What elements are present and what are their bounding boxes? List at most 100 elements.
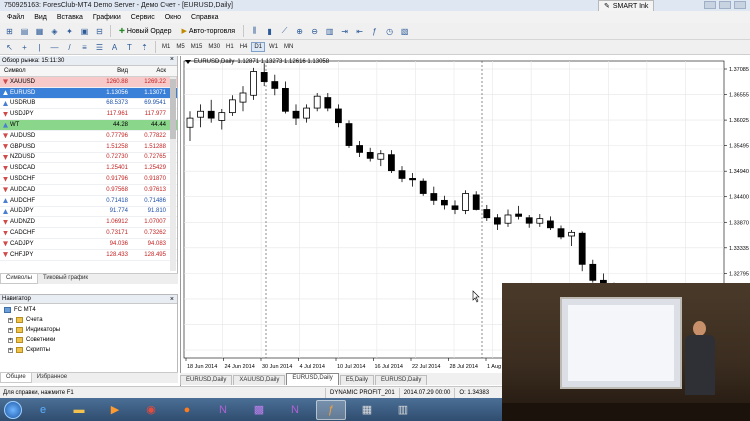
market-row-usdjpy[interactable]: USDJPY 117.961 117.977 (0, 109, 177, 121)
autoscroll-icon[interactable]: ⇥ (338, 25, 351, 38)
tab-common[interactable]: Общие (0, 373, 32, 383)
arrows-icon[interactable]: ⇡ (138, 41, 151, 54)
onenote-icon[interactable]: N (208, 400, 238, 420)
market-row-cadjpy[interactable]: CADJPY 94.036 94.083 (0, 239, 177, 250)
menu-tools[interactable]: Сервис (126, 14, 160, 21)
market-row-nzdusd[interactable]: NZDUSD 0.72730 0.72765 (0, 153, 177, 164)
menu-charts[interactable]: Графики (88, 14, 126, 21)
app2-icon[interactable]: ▥ (388, 400, 418, 420)
autotrading-button[interactable]: ▶ Авто-торговля (177, 25, 239, 38)
col-ask[interactable]: Аск (128, 68, 166, 74)
trendline-icon[interactable]: / (63, 41, 76, 54)
market-row-usdrub[interactable]: USDRUB 68.5373 69.9541 (0, 99, 177, 110)
close-button[interactable] (734, 1, 746, 9)
tree-item-accounts[interactable]: + Счета (4, 315, 177, 325)
chart-tab[interactable]: XAUUSD,Daily (233, 375, 286, 385)
market-row-audnzd[interactable]: AUDNZD 1.06912 1.07007 (0, 217, 177, 229)
tf-mn[interactable]: MN (282, 42, 295, 52)
mt4-icon[interactable]: ƒ (316, 399, 346, 420)
periods-icon[interactable]: ◷ (383, 25, 396, 38)
templates-icon[interactable]: ▧ (398, 25, 411, 38)
tf-d1[interactable]: D1 (251, 42, 266, 52)
tf-h1[interactable]: H1 (224, 42, 236, 52)
close-icon[interactable]: × (170, 56, 174, 63)
market-row-gbpusd[interactable]: GBPUSD 1.51258 1.51288 (0, 142, 177, 153)
tree-item-indicators[interactable]: + Индикаторы (4, 325, 177, 335)
scroll-thumb[interactable] (170, 79, 176, 139)
label-icon[interactable]: T (123, 41, 136, 54)
market-row-cadchf[interactable]: CADCHF 0.73171 0.73262 (0, 228, 177, 239)
profiles-icon[interactable]: ▤ (18, 25, 31, 38)
onenote2-icon[interactable]: N (280, 400, 310, 420)
navigator-icon[interactable]: ✦ (63, 25, 76, 38)
market-watch-icon[interactable]: ▦ (33, 25, 46, 38)
close-icon[interactable]: × (170, 296, 174, 303)
chart-tab-active[interactable]: EURUSD,Daily (286, 373, 339, 385)
zoom-in-icon[interactable]: ⊕ (293, 25, 306, 38)
menu-help[interactable]: Справка (186, 14, 223, 21)
col-symbol[interactable]: Символ (0, 68, 88, 74)
tf-m1[interactable]: M1 (160, 42, 172, 52)
chart-shift-icon[interactable]: ⇤ (353, 25, 366, 38)
zoom-out-icon[interactable]: ⊖ (308, 25, 321, 38)
expand-icon[interactable]: + (8, 337, 13, 343)
media-icon[interactable]: ▶ (100, 400, 130, 420)
menu-file[interactable]: Файл (2, 14, 29, 21)
start-button[interactable] (4, 400, 22, 419)
channel-icon[interactable]: ≡ (78, 41, 91, 54)
menu-window[interactable]: Окно (160, 14, 186, 21)
explorer-icon[interactable]: ▬ (64, 400, 94, 420)
text-icon[interactable]: A (108, 41, 121, 54)
terminal-icon[interactable]: ▣ (78, 25, 91, 38)
market-watch-scrollbar[interactable] (170, 77, 176, 271)
tile-icon[interactable]: ▥ (323, 25, 336, 38)
menu-insert[interactable]: Вставка (52, 14, 88, 21)
fibo-icon[interactable]: ☰ (93, 41, 106, 54)
vertical-line-icon[interactable]: | (33, 41, 46, 54)
market-row-audchf[interactable]: AUDCHF 0.71418 0.71486 (0, 196, 177, 207)
chrome-icon[interactable]: ◉ (136, 400, 166, 420)
market-row-usdchf[interactable]: USDCHF 0.91796 0.91870 (0, 174, 177, 185)
minimize-button[interactable] (704, 1, 716, 9)
tree-item-experts[interactable]: + Советники (4, 335, 177, 345)
data-window-icon[interactable]: ◈ (48, 25, 61, 38)
new-chart-icon[interactable]: ⊞ (3, 25, 16, 38)
market-row-audcad[interactable]: AUDCAD 0.97568 0.97613 (0, 185, 177, 196)
market-row-audusd[interactable]: AUDUSD 0.77796 0.77822 (0, 131, 177, 142)
expand-icon[interactable]: + (8, 317, 13, 323)
crosshair-icon[interactable]: + (18, 41, 31, 54)
col-bid[interactable]: Вид (88, 68, 128, 74)
market-row-chfjpy[interactable]: CHFJPY 128.433 128.495 (0, 250, 177, 261)
cursor-icon[interactable]: ↖ (3, 41, 16, 54)
tf-w1[interactable]: W1 (267, 42, 280, 52)
tree-item-scripts[interactable]: + Скрипты (4, 345, 177, 355)
tf-m30[interactable]: M30 (206, 42, 222, 52)
tree-root[interactable]: FC MT4 (4, 305, 177, 315)
tester-icon[interactable]: ⊟ (93, 25, 106, 38)
tf-m15[interactable]: M15 (189, 42, 205, 52)
maximize-button[interactable] (719, 1, 731, 9)
bar-chart-icon[interactable]: ⫼ (248, 25, 261, 38)
tab-favorites[interactable]: Избранное (32, 373, 72, 383)
menu-view[interactable]: Вид (29, 14, 52, 21)
expand-icon[interactable]: + (8, 347, 13, 353)
candlestick-icon[interactable]: ▮ (263, 25, 276, 38)
horizontal-line-icon[interactable]: — (48, 41, 61, 54)
firefox-icon[interactable]: ● (172, 400, 202, 420)
chart-tab[interactable]: EURUSD,Daily (375, 375, 428, 385)
infopath-icon[interactable]: ▩ (244, 400, 274, 420)
chart-tab[interactable]: E5,Daily (339, 375, 375, 385)
indicators-icon[interactable]: ƒ (368, 25, 381, 38)
new-order-button[interactable]: ✚ Новый Ордер (115, 25, 175, 38)
tf-h4[interactable]: H4 (238, 42, 250, 52)
market-row-xauusd[interactable]: XAUUSD 1260.88 1269.22 (0, 77, 177, 88)
market-row-audjpy[interactable]: AUDJPY 91.774 91.810 (0, 207, 177, 218)
expand-icon[interactable]: + (8, 327, 13, 333)
chart-tab[interactable]: EURUSD,Daily (180, 375, 233, 385)
line-chart-icon[interactable]: ⟋ (278, 25, 291, 38)
app-icon[interactable]: ▦ (352, 400, 382, 420)
tab-tick-chart[interactable]: Тиковый график (38, 274, 93, 284)
ie-icon[interactable]: e (28, 400, 58, 420)
market-row-wt[interactable]: WT 44.28 44.44 (0, 120, 177, 131)
tab-symbols[interactable]: Символы (0, 274, 38, 284)
